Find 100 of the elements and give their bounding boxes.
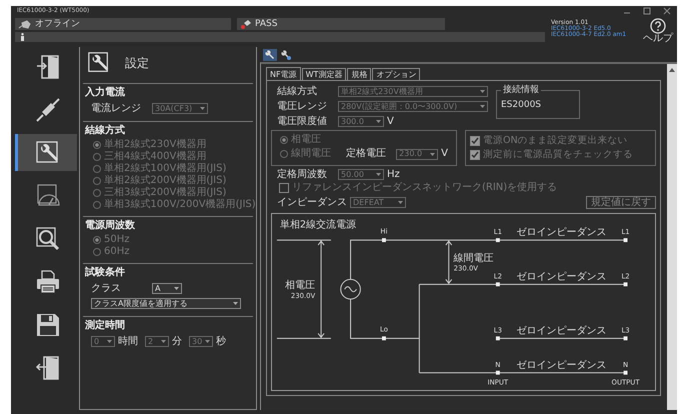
field-label: 定格電圧 [346,148,386,160]
unit-label: 秒 [216,336,226,348]
checkbox[interactable] [470,136,480,146]
caret-icon [200,107,205,110]
radio-label: 単相2線式200V機器用(JIS) [104,175,226,186]
reset-button[interactable]: 規定値に戻す [586,196,656,209]
impedance-label: ゼロインピーダンス [516,271,607,282]
radio-label: 三相3線式200V機器用(JIS) [104,187,226,198]
help-icon [650,18,666,34]
field-label: インピーダンス [277,196,347,208]
maximize-icon[interactable] [643,7,651,15]
radio-button[interactable] [93,153,101,161]
wrench-icon [34,140,60,166]
unit-label: V [441,148,448,160]
wrench-icon[interactable] [263,48,277,60]
nav-item[interactable] [15,134,77,171]
radio-button[interactable] [93,177,101,185]
group-title: 接続情報 [501,84,541,96]
dropdown[interactable]: A [152,283,182,294]
dropdown[interactable]: 280V(設定範囲：0.0〜300.0V) [338,101,488,112]
caret-icon [376,120,381,123]
checkbox-label: 測定前に電源品質をチェックする [483,149,633,161]
field-label: 定格周波数 [277,168,328,180]
caret-icon [107,340,112,343]
section-heading: 結線方式 [85,125,126,137]
dropdown[interactable]: DEFEAT [350,197,406,208]
printer-icon [34,268,60,294]
tab[interactable]: NF電源 [266,67,301,80]
checkbox-label: 電源ONのまま設定変更出来ない [483,135,628,147]
wrench-icon [87,51,111,75]
radio-button[interactable] [280,150,288,158]
radio-label: 相電圧 [291,134,322,146]
unit-label: V [387,116,394,128]
scrollbar[interactable] [667,64,677,410]
help-button[interactable]: ヘルプ [643,18,673,44]
dropdown[interactable]: 300.0 [338,116,384,127]
scroll-up-icon[interactable] [669,68,675,72]
caret-icon [480,105,485,108]
caret-icon [376,173,381,176]
checkbox[interactable] [470,150,480,160]
impedance-label: ゼロインピーダンス [516,325,607,336]
close-icon[interactable] [663,7,671,15]
caret-icon [174,287,179,290]
radio-label: 線間電圧 [291,148,332,160]
dropdown[interactable]: クラスA限度値を適用する [91,298,241,309]
radio-button[interactable] [93,236,101,244]
caret-icon [233,302,238,305]
gauge-icon [34,182,60,208]
ac-source-icon [340,278,361,300]
tab[interactable]: 規格 [347,68,372,80]
panel-title: 設定 [125,57,149,69]
dropdown[interactable]: 30 [189,336,213,347]
unit-label: 分 [172,336,182,348]
radio-button[interactable] [93,201,101,209]
radio-label: 60Hz [104,246,130,258]
radio-button[interactable] [93,248,101,256]
dimension-arrow [445,240,452,284]
diagram-label: 線間電圧 [454,252,494,264]
tab[interactable]: オプション [372,68,420,80]
door-arrow-icon [34,54,60,80]
caret-icon [430,152,436,156]
radio-button[interactable] [93,189,101,197]
section-heading: 電源周波数 [85,220,136,232]
impedance-label: ゼロインピーダンス [516,360,607,371]
magnifier-icon [34,226,60,252]
dropdown[interactable]: 30A(CF3) [152,103,208,114]
field-label: 電圧限度値 [277,116,328,128]
section-heading: 測定時間 [85,320,126,332]
dropdown[interactable]: 単相2線式230V機器用 [338,86,488,97]
wrench-icon[interactable] [279,48,293,60]
caret-icon [205,340,210,343]
dropdown[interactable]: 0 [91,336,115,347]
radio-button[interactable] [93,141,101,149]
radio-label: 三相4線式400V機器用 [104,151,206,162]
impedance-label: ゼロインピーダンス [516,227,607,238]
door-arrow-icon [34,354,60,380]
checkbox[interactable] [279,183,289,193]
dropdown[interactable]: 2 [145,336,169,347]
radio-button[interactable] [93,165,101,173]
field-label: 電流レンジ [91,102,142,114]
radio-label: 単相2線式230V機器用 [104,139,206,150]
info-icon [20,33,25,41]
radio-label: 50Hz [104,234,130,246]
result-label: PASS [255,18,278,30]
caret-icon [398,201,403,204]
radio-button[interactable] [280,136,288,144]
section-heading: 試験条件 [85,267,126,279]
caret-icon [480,90,485,93]
caret-icon [161,340,166,343]
diagram-label: 相電圧 [285,280,316,292]
device-name: ES2000S [501,98,542,110]
unit-label: 時間 [118,336,138,348]
tab[interactable]: WT測定器 [302,68,346,80]
radio-label: 単相3線式100V/200V機器用(JIS) [104,199,256,211]
field-label: 電圧レンジ [277,100,328,112]
dropdown[interactable]: 230.0 [396,148,438,160]
dropdown[interactable]: 50.00 [338,169,384,180]
connection-label: オフライン [35,18,80,30]
unit-label: Hz [387,168,400,180]
section-heading: 入力電流 [85,87,126,99]
